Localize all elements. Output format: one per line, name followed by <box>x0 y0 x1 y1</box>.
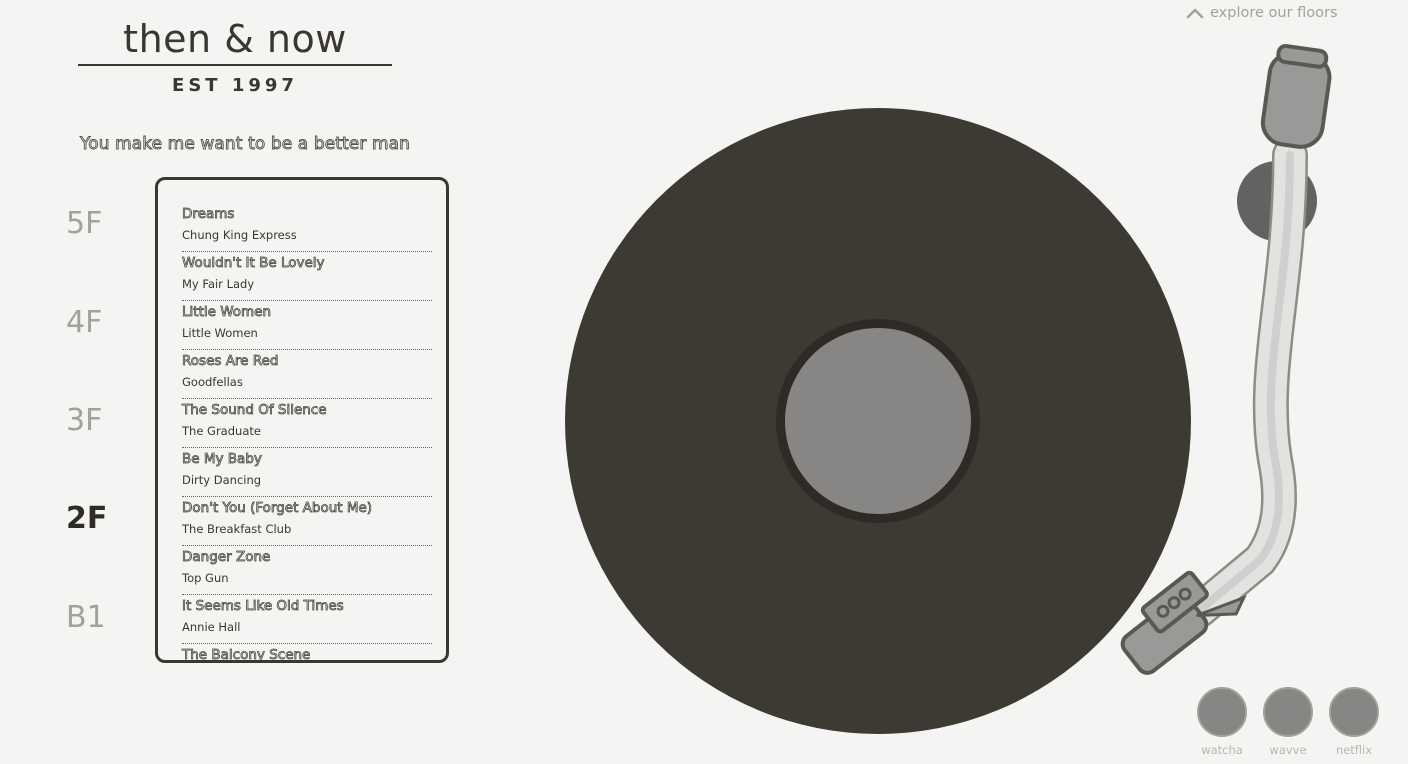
watcha-icon <box>1197 687 1247 737</box>
service-wavve[interactable]: wavve <box>1260 687 1316 757</box>
now-playing-title: You make me want to be a better man <box>80 134 411 155</box>
track-title: The Sound Of Silence <box>182 402 327 419</box>
service-label: wavve <box>1269 743 1307 757</box>
playlist-track[interactable]: Be My Baby Dirty Dancing <box>182 448 432 497</box>
track-title: Wouldn't It Be Lovely <box>182 255 325 272</box>
playlist-track[interactable]: The Sound Of Silence The Graduate <box>182 399 432 448</box>
track-film: Top Gun <box>182 571 229 585</box>
track-title: Little Women <box>182 304 272 321</box>
playlist-track[interactable]: The Balcony Scene <box>182 644 432 663</box>
brand-established: EST 1997 <box>172 75 298 96</box>
track-title: Don't You (Forget About Me) <box>182 500 373 517</box>
service-watcha[interactable]: watcha <box>1194 687 1250 757</box>
playlist-track[interactable]: Dreams Chung King Express <box>182 203 432 252</box>
vinyl-record-icon[interactable] <box>565 108 1191 734</box>
chevron-up-icon <box>1186 8 1204 19</box>
track-film: Annie Hall <box>182 620 241 634</box>
explore-floors-link[interactable]: explore our floors <box>1186 5 1338 21</box>
track-film: Dirty Dancing <box>182 473 262 487</box>
playlist-track[interactable]: It Seems Like Old Times Annie Hall <box>182 595 432 644</box>
floor-5f[interactable]: 5F <box>66 206 102 241</box>
record-label <box>785 328 971 514</box>
playlist-track[interactable]: Don't You (Forget About Me) The Breakfas… <box>182 497 432 546</box>
service-netflix[interactable]: netflix <box>1326 687 1382 757</box>
floor-3f[interactable]: 3F <box>66 403 102 438</box>
floor-4f[interactable]: 4F <box>66 305 102 340</box>
floor-b1[interactable]: B1 <box>66 600 106 635</box>
playlist-track[interactable]: Danger Zone Top Gun <box>182 546 432 595</box>
track-film: My Fair Lady <box>182 277 255 291</box>
track-title: Danger Zone <box>182 549 271 566</box>
record-label-ring <box>776 319 980 523</box>
track-film: Chung King Express <box>182 228 297 242</box>
track-film: Goodfellas <box>182 375 243 389</box>
track-title: It Seems Like Old Times <box>182 598 345 615</box>
floor-2f[interactable]: 2F <box>66 501 107 536</box>
brand-divider <box>78 64 392 66</box>
track-title: The Balcony Scene <box>182 647 311 663</box>
netflix-icon <box>1329 687 1379 737</box>
playlist-track[interactable]: Wouldn't It Be Lovely My Fair Lady <box>182 252 432 301</box>
service-label: netflix <box>1335 743 1373 757</box>
explore-label: explore our floors <box>1210 5 1338 21</box>
track-title: Dreams <box>182 206 235 223</box>
tonearm-icon[interactable] <box>1100 40 1360 690</box>
wavve-icon <box>1263 687 1313 737</box>
playlist-track[interactable]: Roses Are Red Goodfellas <box>182 350 432 399</box>
playlist-track[interactable]: Little Women Little Women <box>182 301 432 350</box>
service-label: watcha <box>1201 743 1243 757</box>
brand-title: then & now <box>123 17 347 61</box>
track-title: Be My Baby <box>182 451 263 468</box>
track-film: The Graduate <box>182 424 261 438</box>
playlist-panel[interactable]: Dreams Chung King Express Wouldn't It Be… <box>155 177 449 663</box>
track-film: The Breakfast Club <box>182 522 292 536</box>
brand-logo[interactable]: then & now EST 1997 <box>78 16 392 96</box>
track-title: Roses Are Red <box>182 353 279 370</box>
track-film: Little Women <box>182 326 258 340</box>
